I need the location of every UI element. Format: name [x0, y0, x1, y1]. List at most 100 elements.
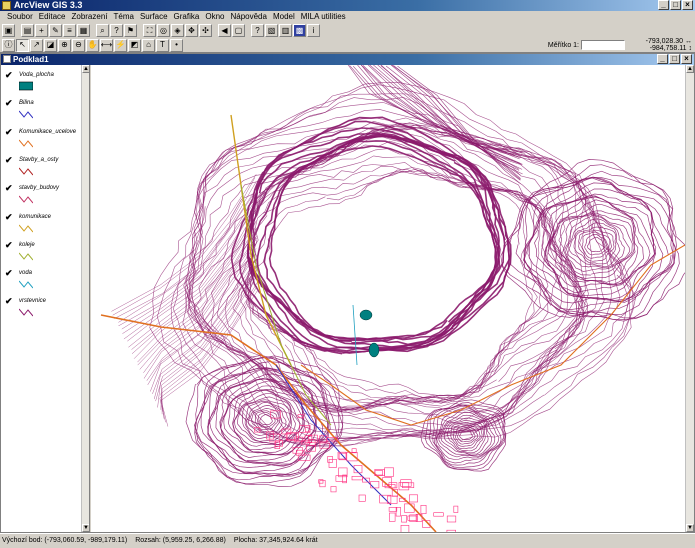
table-of-contents[interactable]: ▲ ▼ ✔ Voda_plocha ✔ Bilina ✔ Komunikace_ucelo… [1, 65, 90, 532]
theme-visible-checkbox[interactable]: ✔ [5, 71, 14, 80]
theme-visible-checkbox[interactable]: ✔ [5, 212, 14, 222]
theme-symbol-icon [19, 224, 33, 232]
slope-contour [160, 290, 258, 427]
pointer-tool-icon[interactable]: ↖ [16, 38, 29, 52]
edit-legend-icon[interactable]: ≡ [63, 24, 76, 37]
hotlink-tool-icon[interactable]: ⚡ [114, 38, 127, 52]
zoom-in-tool-icon[interactable]: ⊕ [58, 38, 71, 52]
theme-voda-plocha[interactable]: ✔ Voda_plocha [5, 71, 81, 99]
theme-symbol-icon [19, 139, 33, 147]
theme-komunikace-ucelove[interactable]: ✔ Komunikace_ucelove [5, 127, 81, 156]
theme-visible-checkbox[interactable]: ✔ [5, 127, 14, 137]
map-drawing[interactable] [91, 65, 685, 532]
grid-analysis-icon[interactable]: ▩ [293, 24, 306, 37]
layout-icon[interactable]: ▥ [279, 24, 292, 37]
scale-label: Měřítko 1: [547, 41, 579, 49]
toc-scroll-up-icon[interactable]: ▲ [82, 65, 89, 73]
menu-surface[interactable]: Surface [137, 11, 171, 23]
building-footprint [388, 512, 396, 522]
building-footprint [342, 474, 347, 484]
close-button[interactable]: × [682, 0, 693, 10]
zoom-previous-icon[interactable]: ◀ [218, 24, 231, 37]
theme-komunikace[interactable]: ✔ komunikace [5, 212, 81, 241]
save-project-icon[interactable]: ▣ [2, 24, 15, 37]
coordinate-readout: -793,028.30 ↔ -984,758.11 ↕ [646, 38, 692, 52]
theme-voda[interactable]: ✔ voda [5, 269, 81, 297]
menu-editace[interactable]: Editace [36, 11, 69, 23]
map-canvas[interactable] [91, 65, 685, 532]
theme-visible-checkbox[interactable]: ✔ [5, 269, 14, 278]
zoom-full-extent-icon[interactable]: ⛶ [143, 24, 156, 37]
menu-grafika[interactable]: Grafika [171, 11, 203, 23]
clear-selection-icon[interactable]: ▧ [265, 24, 278, 37]
view-maximize-button[interactable]: □ [669, 54, 680, 64]
info-icon[interactable]: i [307, 24, 320, 37]
building-footprint [351, 475, 363, 481]
theme-name: stavby_budovy [19, 185, 60, 192]
help-icon[interactable]: ? [251, 24, 264, 37]
theme-visible-checkbox[interactable]: ✔ [5, 297, 14, 306]
minimize-button[interactable]: _ [658, 0, 669, 10]
vertex-edit-tool-icon[interactable]: ↗ [30, 38, 43, 52]
view-minimize-button[interactable]: _ [657, 54, 668, 64]
theme-symbol-icon [19, 309, 33, 317]
find-icon[interactable]: ⌕ [96, 24, 109, 37]
zoom-active-themes-icon[interactable]: ◎ [157, 24, 170, 37]
theme-koleje[interactable]: ✔ koleje [5, 240, 81, 269]
select-features-icon[interactable]: ▢ [232, 24, 245, 37]
water-body [368, 342, 380, 358]
building-footprint [330, 486, 337, 493]
building-footprint [420, 504, 427, 514]
theme-visible-checkbox[interactable]: ✔ [5, 184, 14, 193]
water-body [359, 309, 373, 321]
map-scroll-up-icon[interactable]: ▲ [686, 65, 694, 73]
menu-soubor[interactable]: Soubor [4, 11, 36, 23]
menu-zobrazeni[interactable]: Zobrazení [68, 11, 110, 23]
menu-okno[interactable]: Okno [202, 11, 227, 23]
status-bar: Výchozí bod: (-793,060.59, -989,179.11) … [0, 533, 695, 547]
toc-scrollbar[interactable]: ▲ ▼ [81, 65, 89, 532]
locate-address-icon[interactable]: ⚑ [124, 24, 137, 37]
view-icon [3, 55, 11, 63]
theme-visible-checkbox[interactable]: ✔ [5, 99, 14, 108]
theme-stavby-a-osty[interactable]: ✔ Stavby_a_osty [5, 155, 81, 184]
map-scrollbar[interactable]: ▲ ▼ [685, 65, 694, 532]
measure-tool-icon[interactable]: ⟷ [100, 38, 113, 52]
pan-tool-icon[interactable]: ✋ [86, 38, 99, 52]
identify-tool-icon[interactable]: ⓘ [2, 38, 15, 52]
menu-mila-utilities[interactable]: MILA utilities [298, 11, 349, 23]
text-tool-icon[interactable]: T [156, 38, 169, 52]
menu-tema[interactable]: Téma [111, 11, 137, 23]
theme-bilina[interactable]: ✔ Bilina [5, 99, 81, 127]
water-line [352, 304, 358, 366]
scale-input[interactable] [581, 40, 625, 50]
zoom-out-fixed-icon[interactable]: ✣ [199, 24, 212, 37]
zoom-selected-icon[interactable]: ◈ [171, 24, 184, 37]
select-feature-tool-icon[interactable]: ◪ [44, 38, 57, 52]
add-theme-icon[interactable]: + [35, 24, 48, 37]
query-builder-icon[interactable]: ? [110, 24, 123, 37]
theme-visible-checkbox[interactable]: ✔ [5, 240, 14, 250]
arcview-app-icon [2, 1, 11, 10]
zoom-in-fixed-icon[interactable]: ✥ [185, 24, 198, 37]
theme-stavby-budovy[interactable]: ✔ stavby_budovy [5, 184, 81, 212]
area-select-tool-icon[interactable]: ◩ [128, 38, 141, 52]
label-tool-icon[interactable]: ⌂ [142, 38, 155, 52]
menu-model[interactable]: Model [270, 11, 298, 23]
theme-vrstevnice[interactable]: ✔ vrstevnice [5, 297, 81, 325]
view-properties-icon[interactable]: ▤ [21, 24, 34, 37]
draw-point-tool-icon[interactable]: • [170, 38, 183, 52]
window-controls: _ □ × [658, 0, 693, 10]
menu-napoveda[interactable]: Nápověda [227, 11, 269, 23]
maximize-button[interactable]: □ [670, 0, 681, 10]
view-close-button[interactable]: × [681, 54, 692, 64]
contour-line [189, 126, 599, 439]
building-footprint [402, 482, 415, 488]
theme-visible-checkbox[interactable]: ✔ [5, 155, 14, 165]
zoom-out-tool-icon[interactable]: ⊖ [72, 38, 85, 52]
theme-properties-icon[interactable]: ✎ [49, 24, 62, 37]
map-scroll-down-icon[interactable]: ▼ [686, 524, 694, 532]
app-title-bar: ArcView GIS 3.3 _ □ × [0, 0, 695, 11]
toc-scroll-down-icon[interactable]: ▼ [82, 524, 89, 532]
open-table-icon[interactable]: ▦ [77, 24, 90, 37]
